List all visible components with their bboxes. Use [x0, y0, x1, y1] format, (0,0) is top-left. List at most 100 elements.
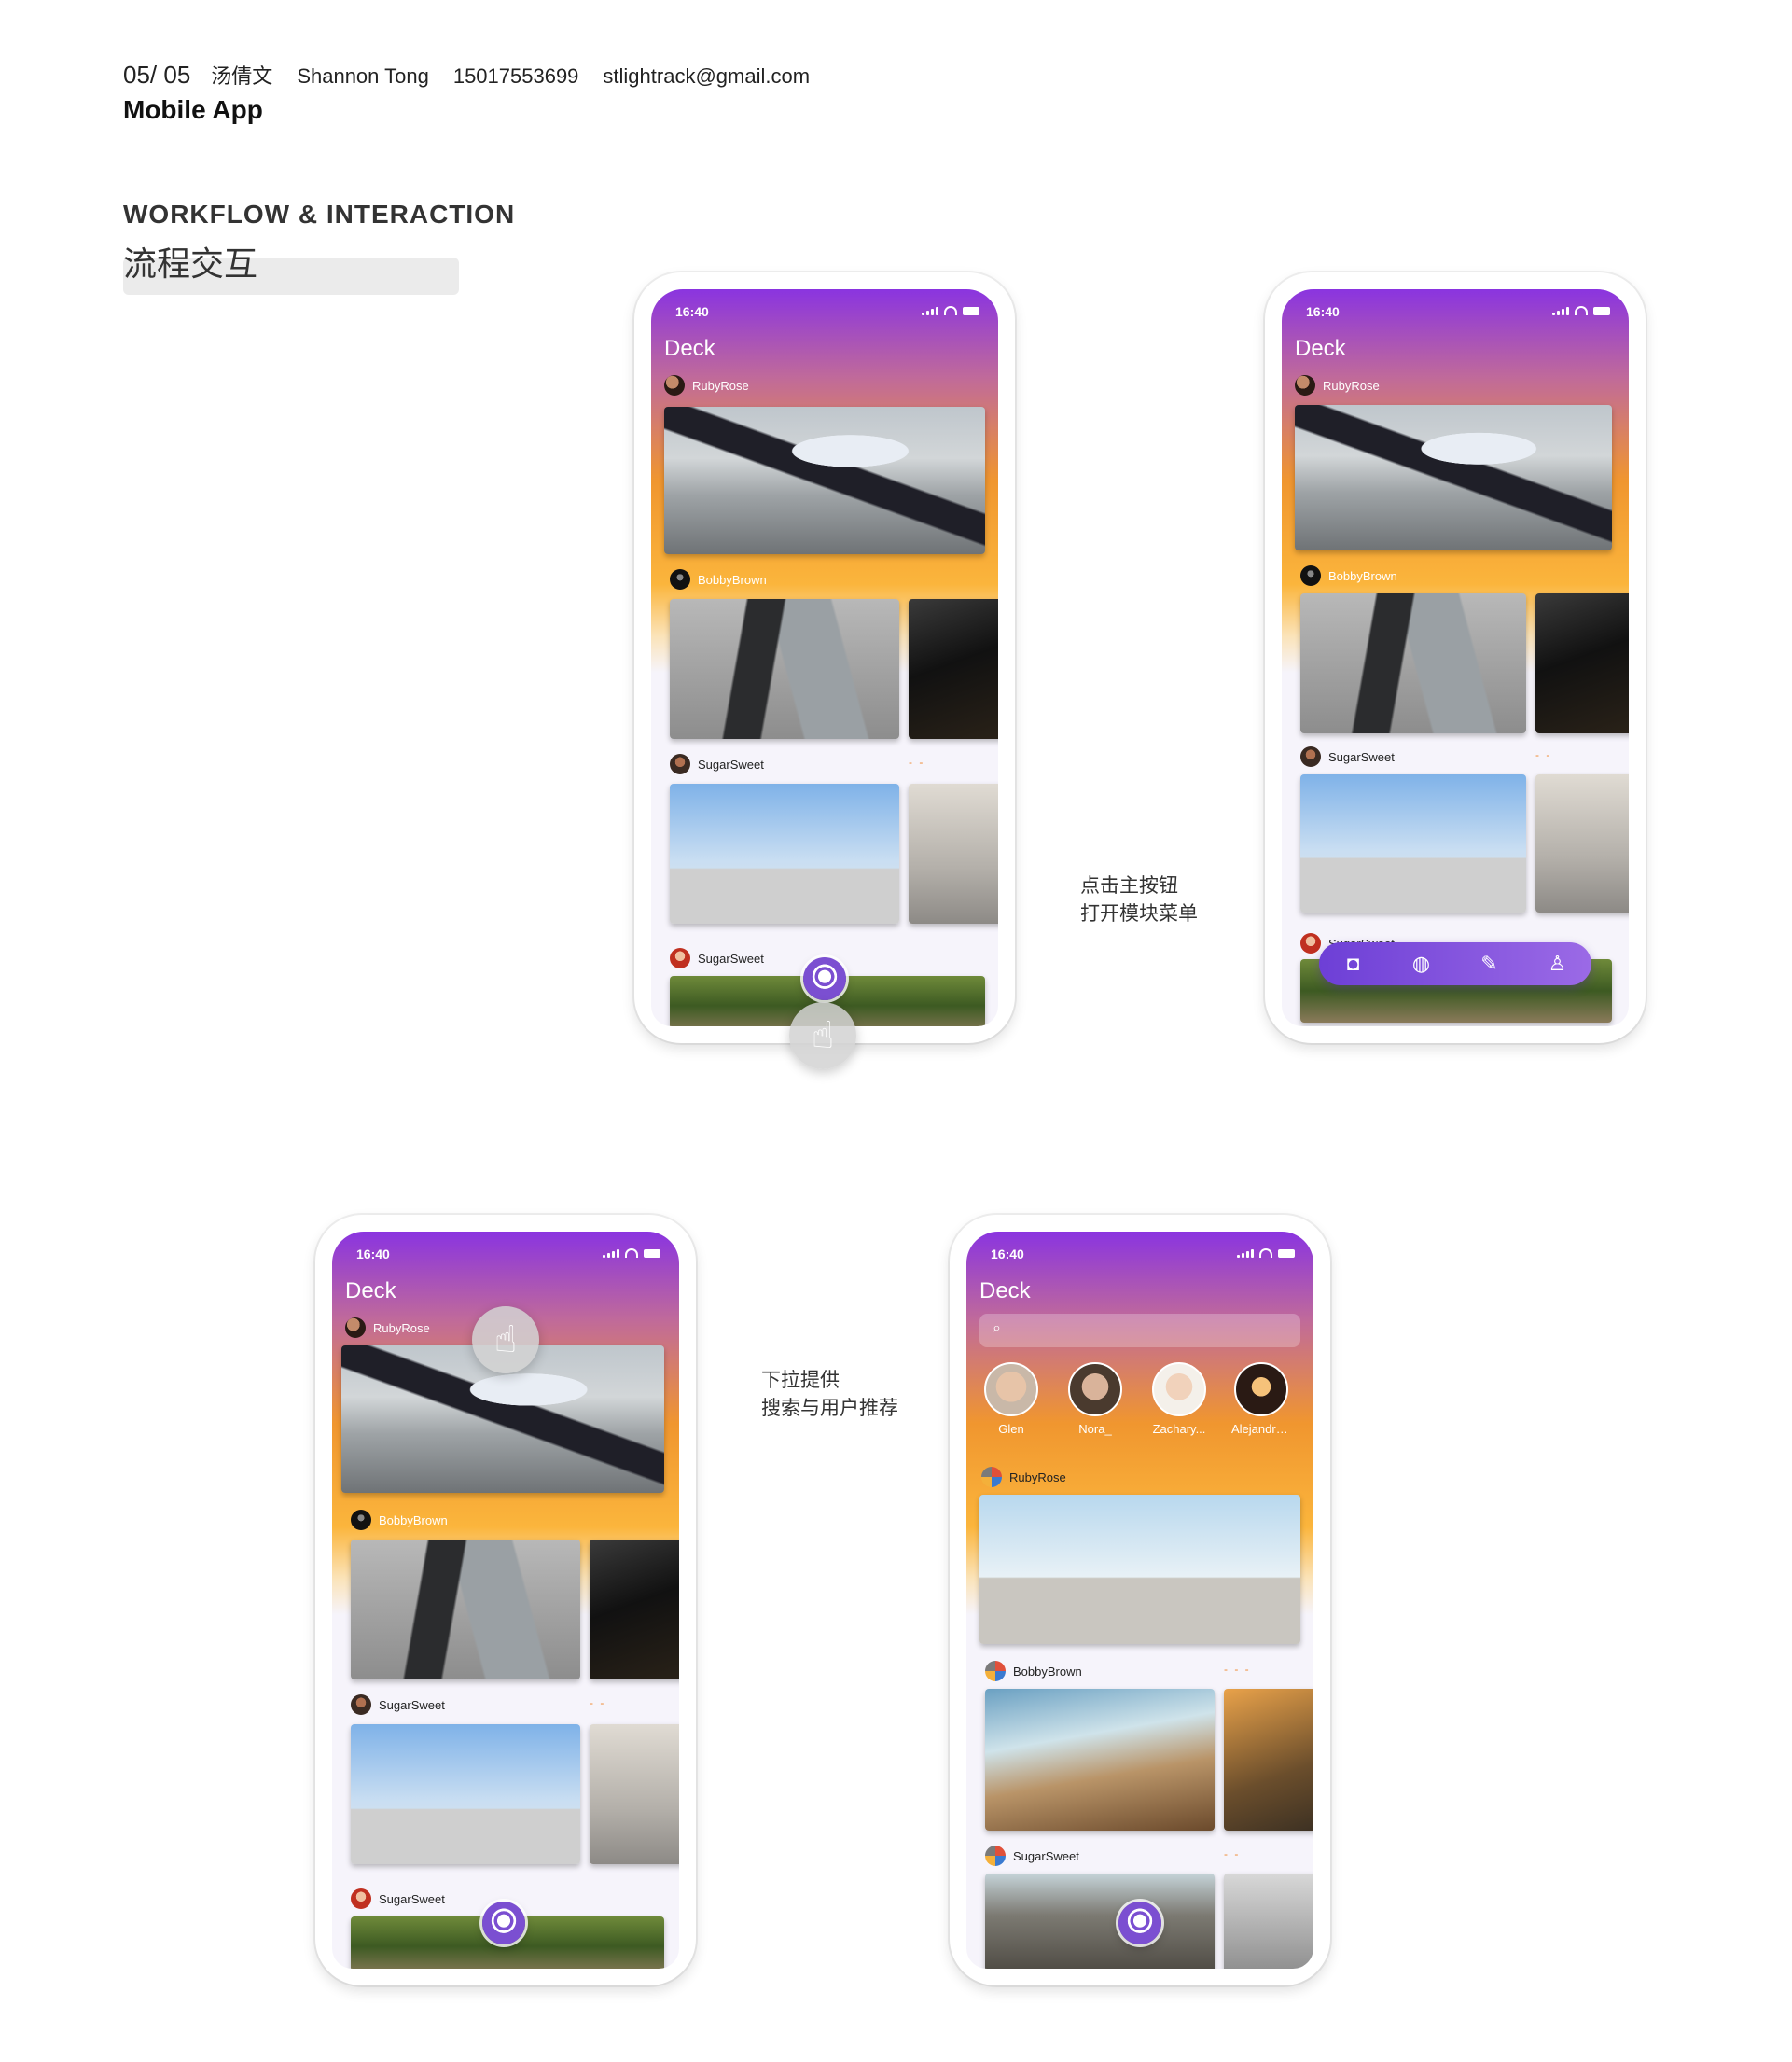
avatar — [985, 1661, 1006, 1681]
page-subtitle: Mobile App — [123, 95, 263, 124]
username: BobbyBrown — [379, 1512, 448, 1527]
post-user[interactable]: RubyRose — [664, 375, 749, 396]
divider-dash: - - — [1535, 748, 1552, 761]
avatar — [670, 754, 690, 774]
username: RubyRose — [1009, 1470, 1066, 1484]
post-user[interactable]: BobbyBrown — [985, 1661, 1082, 1681]
post-user[interactable]: SugarSweet — [985, 1846, 1079, 1866]
post-photo[interactable] — [590, 1724, 679, 1864]
recommended-username: Alejandro.... — [1231, 1422, 1291, 1436]
post-user[interactable]: SugarSweet — [670, 754, 764, 774]
post-user[interactable]: BobbyBrown — [1300, 565, 1397, 586]
globe-icon[interactable]: ◍ — [1408, 952, 1436, 976]
post-photo[interactable] — [1300, 593, 1526, 733]
status-bar: 16:40 — [356, 1247, 660, 1265]
username: SugarSweet — [1328, 749, 1395, 764]
username: BobbyBrown — [1328, 568, 1397, 583]
signal-icon — [1552, 306, 1569, 315]
post-user[interactable]: SugarSweet — [351, 1694, 445, 1715]
post-photo[interactable] — [1224, 1874, 1313, 1969]
post-photo[interactable] — [351, 1540, 580, 1679]
username: RubyRose — [1323, 378, 1380, 393]
search-icon: ⌕ — [993, 1320, 1001, 1336]
user-icon[interactable]: ♙ — [1544, 952, 1572, 976]
divider-dash: - - — [1224, 1847, 1241, 1860]
post-photo[interactable] — [979, 1495, 1300, 1644]
post-photo[interactable] — [1295, 405, 1612, 550]
author-name-en: Shannon Tong — [297, 64, 429, 88]
recommended-username: Zachary... — [1152, 1422, 1206, 1436]
author-email: stlightrack@gmail.com — [603, 64, 811, 88]
header-line: 05/ 05 汤倩文 Shannon Tong 15017553699 stli… — [123, 60, 810, 90]
avatar — [351, 1510, 371, 1530]
camera-icon[interactable]: ◘ — [1340, 952, 1368, 976]
username: RubyRose — [692, 378, 749, 393]
avatar — [1300, 565, 1321, 586]
post-photo[interactable] — [1535, 593, 1629, 733]
post-user[interactable]: SugarSweet — [670, 948, 764, 968]
recommended-user[interactable]: Zachary... — [1149, 1362, 1209, 1436]
battery-icon — [644, 1248, 660, 1258]
author-phone: 15017553699 — [452, 64, 579, 88]
app-screen: 16:40 Deck ⌕ Glen Nora_ Zachary... Aleja… — [966, 1232, 1313, 1969]
post-photo[interactable] — [664, 407, 985, 554]
caption-line: 点击主按钮 — [1080, 874, 1178, 897]
main-action-button[interactable] — [803, 957, 846, 1000]
post-photo[interactable] — [985, 1689, 1215, 1831]
wifi-icon — [625, 1248, 638, 1258]
post-photo[interactable] — [1535, 774, 1629, 913]
wifi-icon — [1259, 1248, 1272, 1258]
app-title: Deck — [664, 336, 715, 361]
post-photo[interactable] — [985, 1874, 1215, 1969]
phone-tap-main-button: 16:40 Deck RubyRose BobbyBrown SugarSwee… — [634, 272, 1015, 1043]
avatar — [985, 1846, 1006, 1866]
avatar — [351, 1694, 371, 1715]
phone-search-recommend: 16:40 Deck ⌕ Glen Nora_ Zachary... Aleja… — [950, 1215, 1330, 1985]
signal-icon — [603, 1248, 619, 1258]
post-photo[interactable] — [670, 784, 899, 924]
post-user[interactable]: BobbyBrown — [670, 569, 767, 590]
divider-dash: - - - — [1224, 1663, 1251, 1676]
status-bar: 16:40 — [991, 1247, 1295, 1265]
wifi-icon — [944, 306, 957, 315]
post-user[interactable]: RubyRose — [981, 1467, 1066, 1487]
status-time: 16:40 — [675, 304, 709, 319]
recommended-user[interactable]: Glen — [981, 1362, 1041, 1436]
username: BobbyBrown — [698, 572, 767, 587]
main-action-button[interactable] — [482, 1902, 525, 1944]
post-photo[interactable] — [909, 599, 998, 739]
post-photo[interactable] — [590, 1540, 679, 1679]
main-action-button[interactable] — [1118, 1902, 1161, 1944]
status-time: 16:40 — [356, 1247, 390, 1261]
post-user[interactable]: SugarSweet — [1300, 746, 1395, 767]
post-user[interactable]: BobbyBrown — [351, 1510, 448, 1530]
app-title: Deck — [979, 1278, 1031, 1303]
post-photo[interactable] — [1224, 1689, 1313, 1831]
username: RubyRose — [373, 1320, 430, 1335]
post-photo[interactable] — [351, 1724, 580, 1864]
caption-line: 搜索与用户推荐 — [761, 1397, 898, 1419]
post-user[interactable]: RubyRose — [345, 1317, 430, 1338]
search-input[interactable]: ⌕ — [979, 1314, 1300, 1347]
avatar — [984, 1362, 1038, 1416]
recommended-user[interactable]: Alejandro.... — [1231, 1362, 1291, 1436]
divider-dash: - - — [590, 1696, 606, 1709]
page-number: 05/ 05 — [123, 61, 191, 89]
phone-menu-open: 16:40 Deck RubyRose BobbyBrown SugarSwee… — [1265, 272, 1646, 1043]
post-photo[interactable] — [909, 784, 998, 924]
post-user[interactable]: RubyRose — [1295, 375, 1380, 396]
avatar — [670, 948, 690, 968]
post-user[interactable]: SugarSweet — [351, 1888, 445, 1909]
post-photo[interactable] — [670, 599, 899, 739]
recommended-username: Nora_ — [1078, 1422, 1112, 1436]
status-time: 16:40 — [1306, 304, 1340, 319]
module-menu: ◘ ◍ ✎ ♙ — [1319, 942, 1591, 985]
username: SugarSweet — [698, 951, 764, 966]
avatar — [981, 1467, 1002, 1487]
divider-dash: - - — [909, 756, 925, 769]
feather-icon[interactable]: ✎ — [1476, 952, 1504, 976]
avatar — [1295, 375, 1315, 396]
battery-icon — [1593, 306, 1610, 315]
recommended-user[interactable]: Nora_ — [1065, 1362, 1125, 1436]
post-photo[interactable] — [1300, 774, 1526, 913]
